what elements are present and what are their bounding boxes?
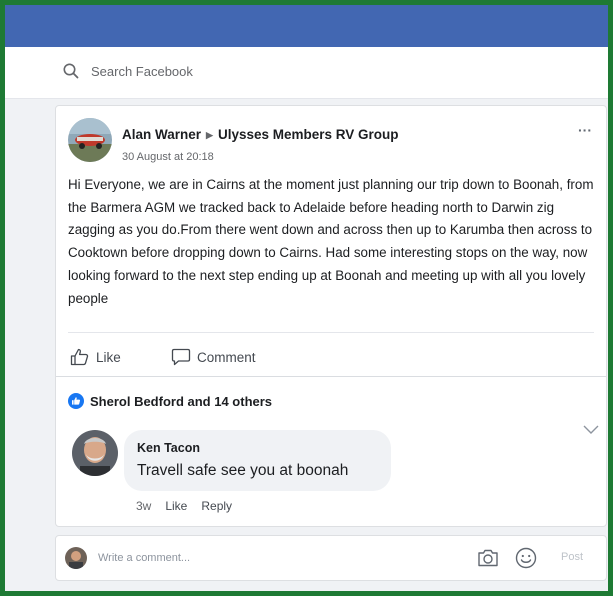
camera-icon[interactable]	[476, 546, 500, 570]
comment-meta: 3w Like Reply	[136, 499, 232, 513]
top-navigation-bar	[5, 5, 608, 47]
group-name-link[interactable]: Ulysses Members RV Group	[218, 127, 399, 142]
search-icon	[63, 63, 79, 79]
screenshot-frame: Alan Warner ▶ Ulysses Members RV Group 30 …	[0, 0, 613, 596]
commenter-name-link[interactable]: Ken Tacon	[137, 441, 200, 455]
comment-button[interactable]: Comment	[171, 344, 256, 370]
like-button[interactable]: Like	[70, 344, 121, 370]
comment-icon	[171, 348, 191, 366]
comment-reply-link[interactable]: Reply	[201, 499, 232, 513]
comment-like-link[interactable]: Like	[165, 499, 187, 513]
like-reaction-icon	[68, 393, 84, 409]
emoji-icon[interactable]	[514, 546, 538, 570]
divider	[56, 376, 606, 377]
search-input[interactable]	[91, 60, 391, 82]
divider	[68, 332, 594, 333]
more-options-button[interactable]: ···	[578, 122, 592, 138]
comment-input[interactable]	[98, 548, 398, 568]
search-bar	[5, 47, 608, 99]
chevron-down-icon[interactable]	[582, 424, 600, 436]
arrow-right-icon: ▶	[206, 130, 213, 140]
post-comment-button[interactable]: Post	[561, 551, 583, 563]
commenter-avatar[interactable]	[72, 430, 118, 476]
reactions-summary[interactable]: Sherol Bedford and 14 others	[68, 393, 272, 409]
post-timestamp[interactable]: 30 August at 20:18	[122, 151, 214, 163]
author-name-link[interactable]: Alan Warner	[122, 127, 201, 142]
comment-bubble: Ken Tacon Travell safe see you at boonah	[124, 430, 391, 491]
comment-composer: Post	[55, 535, 607, 581]
reactions-summary-text: Sherol Bedford and 14 others	[90, 393, 273, 409]
current-user-avatar	[65, 547, 87, 569]
post-header: Alan Warner ▶ Ulysses Members RV Group	[122, 127, 399, 142]
comment-time[interactable]: 3w	[136, 499, 151, 513]
comment-text: Travell safe see you at boonah	[137, 462, 349, 479]
post-body-text: Hi Everyone, we are in Cairns at the mom…	[68, 177, 594, 306]
post-card: Alan Warner ▶ Ulysses Members RV Group 30 …	[55, 105, 607, 527]
comment-button-label: Comment	[197, 349, 256, 365]
author-avatar[interactable]	[68, 118, 112, 162]
like-button-label: Like	[96, 349, 121, 365]
thumbs-up-icon	[70, 348, 89, 366]
